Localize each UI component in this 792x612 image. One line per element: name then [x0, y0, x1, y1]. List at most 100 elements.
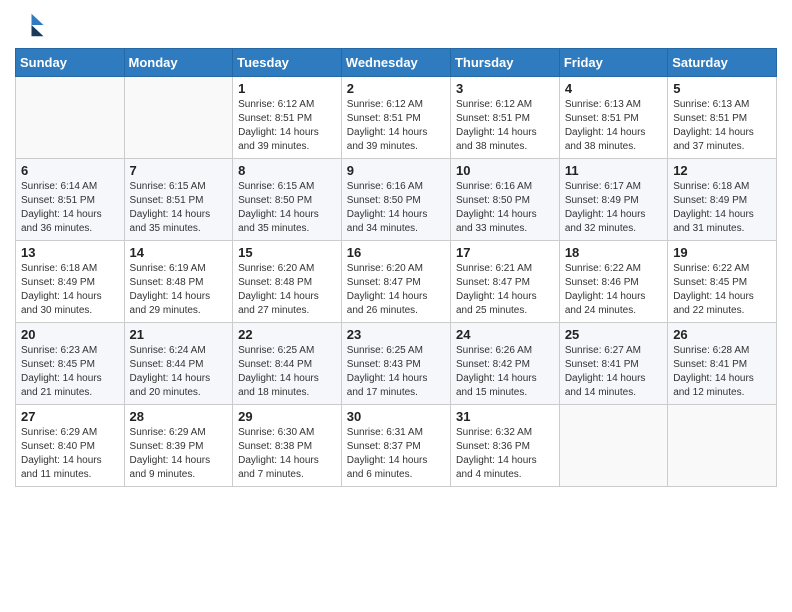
calendar-cell: 8 Sunrise: 6:15 AMSunset: 8:50 PMDaylight…	[233, 159, 342, 241]
day-of-week-header: Monday	[124, 49, 233, 77]
day-number: 7	[130, 163, 228, 178]
calendar-cell: 5Sunrise: 6:13 AMSunset: 8:51 PMDaylight…	[668, 77, 777, 159]
calendar-cell: 29 Sunrise: 6:30 AMSunset: 8:38 PMDayligh…	[233, 405, 342, 487]
day-number: 27	[21, 409, 119, 424]
day-info: Sunrise: 6:15 AMSunset: 8:51 PMDaylight:…	[130, 180, 228, 236]
day-info: Sunrise: 6:12 AMSunset: 8:51 PMDaylight:…	[347, 98, 445, 154]
calendar-cell: 31Sunrise: 6:32 AMSunset: 8:36 PMDayligh…	[450, 405, 559, 487]
day-number: 11	[565, 163, 662, 178]
day-info: Sunrise: 6:18 AMSunset: 8:49 PMDaylight:…	[21, 262, 119, 318]
calendar-cell: 28Sunrise: 6:29 AMSunset: 8:39 PMDayligh…	[124, 405, 233, 487]
calendar-cell: 26 Sunrise: 6:28 AMSunset: 8:41 PMDayligh…	[668, 323, 777, 405]
day-info: Sunrise: 6:21 AMSunset: 8:47 PMDaylight:…	[456, 262, 554, 318]
day-info: Sunrise: 6:20 AMSunset: 8:48 PMDaylight:…	[238, 262, 336, 318]
day-number: 18	[565, 245, 662, 260]
calendar-cell: 27 Sunrise: 6:29 AMSunset: 8:40 PMDayligh…	[16, 405, 125, 487]
day-info: Sunrise: 6:17 AMSunset: 8:49 PMDaylight:…	[565, 180, 662, 236]
calendar-cell: 15Sunrise: 6:20 AMSunset: 8:48 PMDayligh…	[233, 241, 342, 323]
day-number: 23	[347, 327, 445, 342]
day-number: 17	[456, 245, 554, 260]
day-info: Sunrise: 6:24 AMSunset: 8:44 PMDaylight:…	[130, 344, 228, 400]
day-of-week-header: Friday	[559, 49, 667, 77]
calendar-cell: 2Sunrise: 6:12 AMSunset: 8:51 PMDaylight…	[341, 77, 450, 159]
day-of-week-header: Tuesday	[233, 49, 342, 77]
day-number: 25	[565, 327, 662, 342]
calendar-week-row: 20Sunrise: 6:23 AMSunset: 8:45 PMDayligh…	[16, 323, 777, 405]
day-number: 13	[21, 245, 119, 260]
day-info: Sunrise: 6:16 AMSunset: 8:50 PMDaylight:…	[456, 180, 554, 236]
day-of-week-header: Thursday	[450, 49, 559, 77]
calendar-header-row: SundayMondayTuesdayWednesdayThursdayFrid…	[16, 49, 777, 77]
calendar-cell: 14Sunrise: 6:19 AMSunset: 8:48 PMDayligh…	[124, 241, 233, 323]
day-info: Sunrise: 6:12 AMSunset: 8:51 PMDaylight:…	[456, 98, 554, 154]
calendar-cell: 18 Sunrise: 6:22 AMSunset: 8:46 PMDayligh…	[559, 241, 667, 323]
day-info: Sunrise: 6:25 AMSunset: 8:44 PMDaylight:…	[238, 344, 336, 400]
logo	[15, 10, 49, 40]
day-info: Sunrise: 6:23 AMSunset: 8:45 PMDaylight:…	[21, 344, 119, 400]
day-info: Sunrise: 6:12 AMSunset: 8:51 PMDaylight:…	[238, 98, 336, 154]
day-number: 6	[21, 163, 119, 178]
day-number: 3	[456, 81, 554, 96]
calendar-cell: 17 Sunrise: 6:21 AMSunset: 8:47 PMDayligh…	[450, 241, 559, 323]
day-number: 16	[347, 245, 445, 260]
calendar-cell: 3 Sunrise: 6:12 AMSunset: 8:51 PMDaylight…	[450, 77, 559, 159]
calendar-cell: 24 Sunrise: 6:26 AMSunset: 8:42 PMDayligh…	[450, 323, 559, 405]
day-info: Sunrise: 6:32 AMSunset: 8:36 PMDaylight:…	[456, 426, 554, 482]
day-number: 28	[130, 409, 228, 424]
day-number: 29	[238, 409, 336, 424]
day-number: 26	[673, 327, 771, 342]
day-info: Sunrise: 6:13 AMSunset: 8:51 PMDaylight:…	[673, 98, 771, 154]
calendar-week-row: 1 Sunrise: 6:12 AMSunset: 8:51 PMDaylight…	[16, 77, 777, 159]
calendar-cell: 9Sunrise: 6:16 AMSunset: 8:50 PMDaylight…	[341, 159, 450, 241]
calendar-cell: 7 Sunrise: 6:15 AMSunset: 8:51 PMDaylight…	[124, 159, 233, 241]
day-number: 30	[347, 409, 445, 424]
calendar-cell: 4Sunrise: 6:13 AMSunset: 8:51 PMDaylight…	[559, 77, 667, 159]
day-of-week-header: Saturday	[668, 49, 777, 77]
calendar-cell: 22 Sunrise: 6:25 AMSunset: 8:44 PMDayligh…	[233, 323, 342, 405]
calendar-cell: 1 Sunrise: 6:12 AMSunset: 8:51 PMDaylight…	[233, 77, 342, 159]
calendar-cell: 23Sunrise: 6:25 AMSunset: 8:43 PMDayligh…	[341, 323, 450, 405]
day-info: Sunrise: 6:20 AMSunset: 8:47 PMDaylight:…	[347, 262, 445, 318]
day-info: Sunrise: 6:18 AMSunset: 8:49 PMDaylight:…	[673, 180, 771, 236]
day-of-week-header: Wednesday	[341, 49, 450, 77]
day-info: Sunrise: 6:28 AMSunset: 8:41 PMDaylight:…	[673, 344, 771, 400]
calendar-cell	[559, 405, 667, 487]
logo-icon	[15, 10, 45, 40]
calendar-cell	[124, 77, 233, 159]
day-info: Sunrise: 6:16 AMSunset: 8:50 PMDaylight:…	[347, 180, 445, 236]
calendar-week-row: 13 Sunrise: 6:18 AMSunset: 8:49 PMDayligh…	[16, 241, 777, 323]
day-info: Sunrise: 6:26 AMSunset: 8:42 PMDaylight:…	[456, 344, 554, 400]
calendar-cell: 10 Sunrise: 6:16 AMSunset: 8:50 PMDayligh…	[450, 159, 559, 241]
day-info: Sunrise: 6:30 AMSunset: 8:38 PMDaylight:…	[238, 426, 336, 482]
calendar-cell: 25 Sunrise: 6:27 AMSunset: 8:41 PMDayligh…	[559, 323, 667, 405]
day-info: Sunrise: 6:31 AMSunset: 8:37 PMDaylight:…	[347, 426, 445, 482]
calendar-cell: 21 Sunrise: 6:24 AMSunset: 8:44 PMDayligh…	[124, 323, 233, 405]
calendar-cell: 16 Sunrise: 6:20 AMSunset: 8:47 PMDayligh…	[341, 241, 450, 323]
calendar-cell	[668, 405, 777, 487]
calendar-week-row: 6 Sunrise: 6:14 AMSunset: 8:51 PMDaylight…	[16, 159, 777, 241]
day-info: Sunrise: 6:22 AMSunset: 8:46 PMDaylight:…	[565, 262, 662, 318]
day-number: 1	[238, 81, 336, 96]
calendar-week-row: 27 Sunrise: 6:29 AMSunset: 8:40 PMDayligh…	[16, 405, 777, 487]
calendar-cell: 6 Sunrise: 6:14 AMSunset: 8:51 PMDaylight…	[16, 159, 125, 241]
day-of-week-header: Sunday	[16, 49, 125, 77]
day-info: Sunrise: 6:29 AMSunset: 8:40 PMDaylight:…	[21, 426, 119, 482]
calendar-cell: 11 Sunrise: 6:17 AMSunset: 8:49 PMDayligh…	[559, 159, 667, 241]
day-number: 19	[673, 245, 771, 260]
day-info: Sunrise: 6:22 AMSunset: 8:45 PMDaylight:…	[673, 262, 771, 318]
day-number: 24	[456, 327, 554, 342]
day-number: 22	[238, 327, 336, 342]
day-info: Sunrise: 6:14 AMSunset: 8:51 PMDaylight:…	[21, 180, 119, 236]
day-number: 4	[565, 81, 662, 96]
day-number: 8	[238, 163, 336, 178]
page-header	[15, 10, 777, 40]
calendar-cell: 30 Sunrise: 6:31 AMSunset: 8:37 PMDayligh…	[341, 405, 450, 487]
day-info: Sunrise: 6:15 AMSunset: 8:50 PMDaylight:…	[238, 180, 336, 236]
calendar-cell	[16, 77, 125, 159]
day-info: Sunrise: 6:27 AMSunset: 8:41 PMDaylight:…	[565, 344, 662, 400]
calendar-cell: 20Sunrise: 6:23 AMSunset: 8:45 PMDayligh…	[16, 323, 125, 405]
calendar-cell: 19 Sunrise: 6:22 AMSunset: 8:45 PMDayligh…	[668, 241, 777, 323]
day-number: 21	[130, 327, 228, 342]
calendar-cell: 13 Sunrise: 6:18 AMSunset: 8:49 PMDayligh…	[16, 241, 125, 323]
day-number: 10	[456, 163, 554, 178]
